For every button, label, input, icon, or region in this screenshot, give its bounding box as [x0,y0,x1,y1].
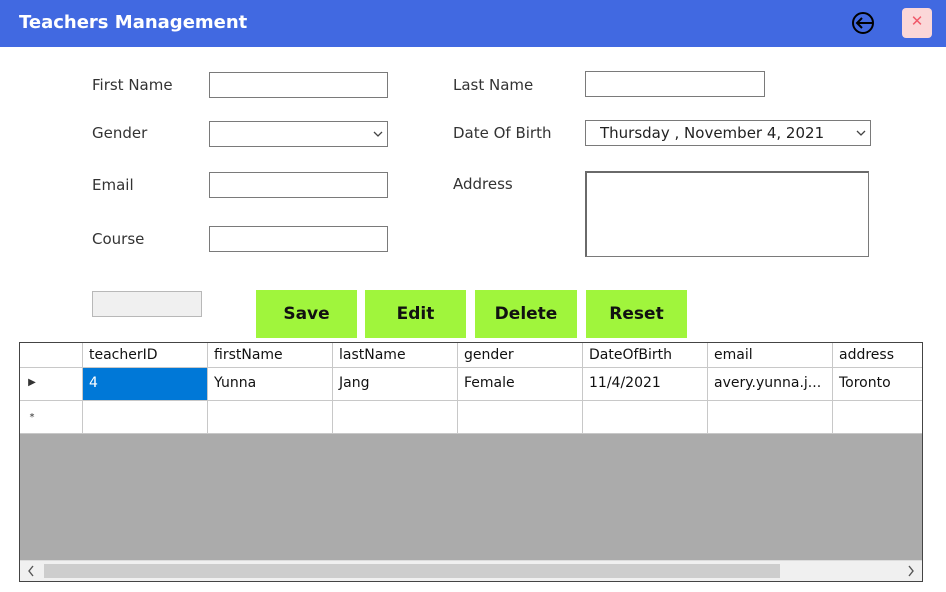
grid-corner-header [20,343,83,368]
table-cell[interactable]: Female [458,368,583,401]
edit-button[interactable]: Edit [365,290,466,338]
chevron-right-icon[interactable] [902,563,920,581]
column-header-gender[interactable]: gender [458,343,583,368]
column-header-address[interactable]: address [833,343,922,368]
dob-value: Thursday , November 4, 2021 [600,124,825,142]
table-cell[interactable]: Toronto [833,368,922,401]
column-header-dateofbirth[interactable]: DateOfBirth [583,343,708,368]
window-title: Teachers Management [19,12,248,33]
first-name-label: First Name [92,76,173,94]
address-label: Address [453,175,513,193]
gender-select[interactable] [209,121,388,147]
email-field[interactable] [209,172,388,198]
column-header-firstname[interactable]: firstName [208,343,333,368]
horizontal-scrollbar[interactable] [20,560,922,581]
table-cell[interactable]: 11/4/2021 [583,368,708,401]
course-label: Course [92,230,145,248]
first-name-field[interactable] [209,72,388,98]
id-display-box [92,291,202,317]
last-name-field[interactable] [585,71,765,97]
column-header-email[interactable]: email [708,343,833,368]
column-header-lastname[interactable]: lastName [333,343,458,368]
reset-button[interactable]: Reset [586,290,687,338]
table-cell[interactable] [208,401,333,434]
table-cell[interactable]: Yunna [208,368,333,401]
column-header-teacherid[interactable]: teacherID [83,343,208,368]
delete-button[interactable]: Delete [475,290,577,338]
teachers-grid[interactable]: teacherID firstName lastName gender Date… [19,342,923,582]
table-cell[interactable] [333,401,458,434]
chevron-left-icon[interactable] [22,563,40,581]
table-cell[interactable]: avery.yunna.j... [708,368,833,401]
scrollbar-thumb[interactable] [44,564,780,578]
course-field[interactable] [209,226,388,252]
new-row-icon: * [29,412,35,423]
dob-picker[interactable]: Thursday , November 4, 2021 [585,120,871,146]
row-pointer-icon: ▶ [28,377,36,388]
close-button[interactable]: ✕ [902,8,932,38]
address-field[interactable] [585,171,869,257]
dob-label: Date Of Birth [453,124,552,142]
table-cell[interactable]: 4 [83,368,208,401]
new-row-selector[interactable]: * [20,401,83,434]
table-cell[interactable] [708,401,833,434]
title-bar: Teachers Management ✕ [0,0,946,47]
chevron-down-icon [854,124,866,145]
email-label: Email [92,176,134,194]
last-name-label: Last Name [453,76,534,94]
gender-label: Gender [92,124,148,142]
table-cell[interactable]: Jang [333,368,458,401]
back-arrow-icon[interactable] [850,10,876,36]
row-selector[interactable]: ▶ [20,368,83,401]
table-cell[interactable] [458,401,583,434]
save-button[interactable]: Save [256,290,357,338]
table-cell[interactable] [83,401,208,434]
chevron-down-icon [373,125,383,146]
table-cell[interactable] [583,401,708,434]
table-cell[interactable] [833,401,922,434]
close-icon: ✕ [910,12,924,30]
